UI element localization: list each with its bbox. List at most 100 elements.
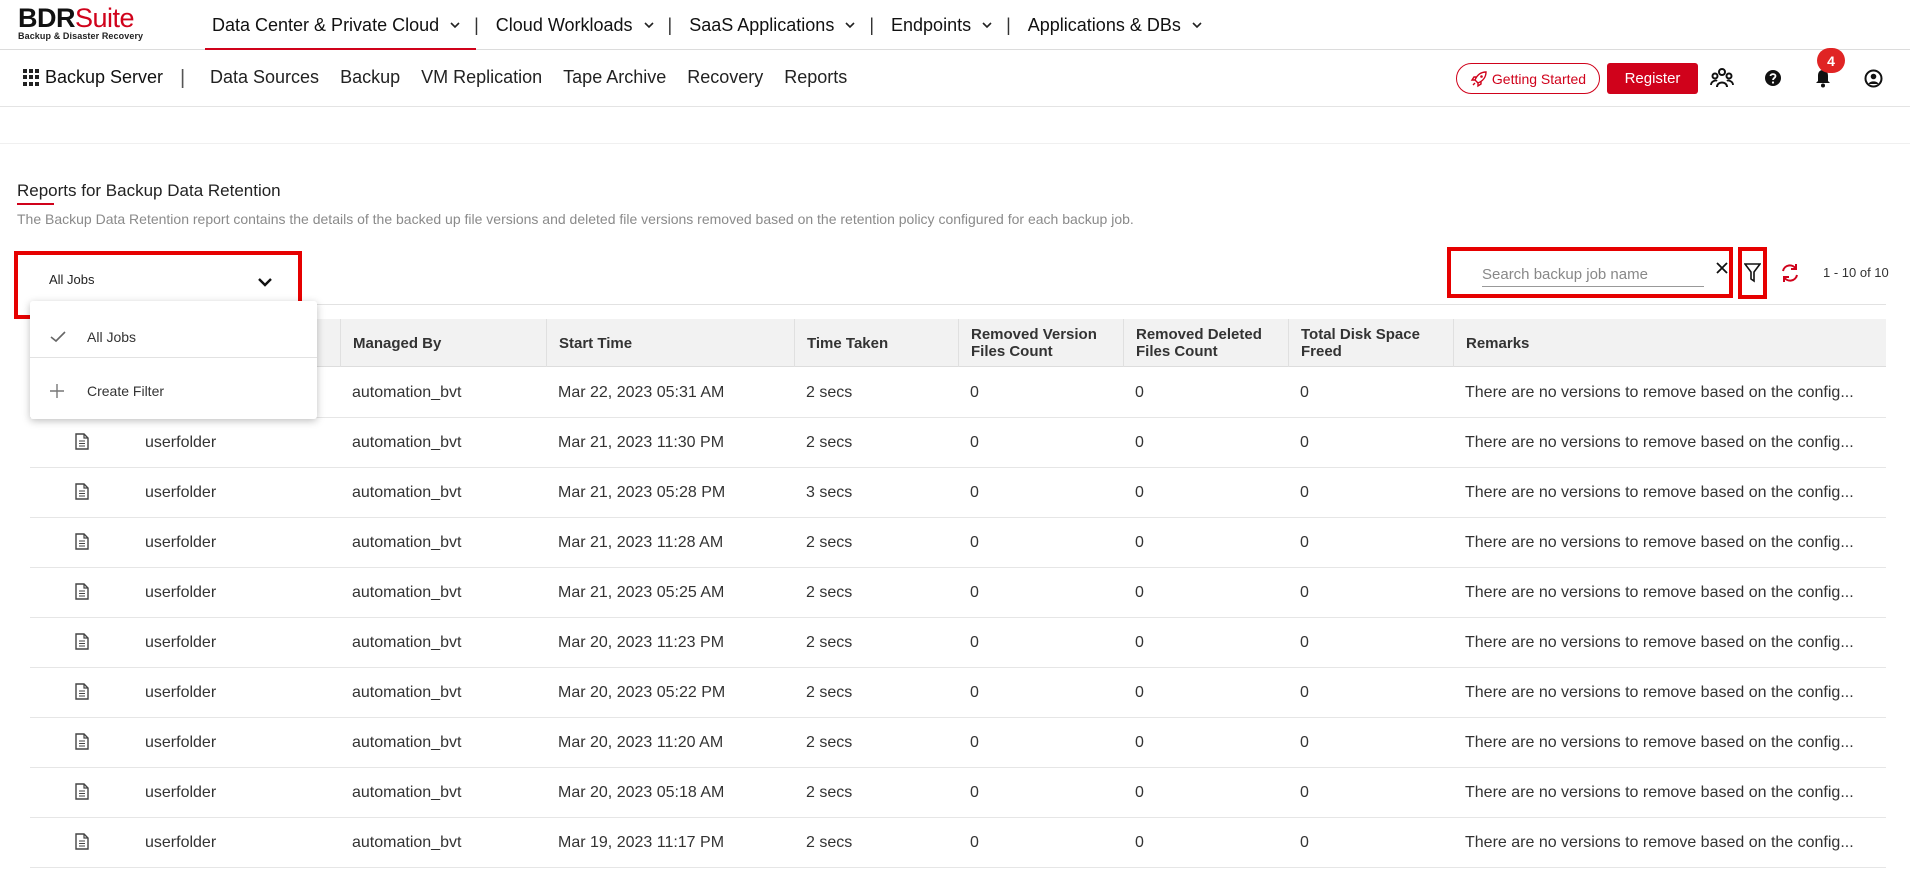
table-row[interactable]: userfolder automation_bvt Mar 20, 2023 11:… — [30, 618, 1886, 668]
column-header[interactable]: Removed Version Files Count — [958, 319, 1123, 367]
cell-start: Mar 21, 2023 11:28 AM — [558, 534, 724, 551]
cell-name: userfolder — [145, 634, 217, 651]
cell-start: Mar 19, 2023 11:17 PM — [558, 834, 725, 851]
cell-remarks: There are no versions to remove based on… — [1465, 584, 1854, 601]
filter-button[interactable] — [1738, 247, 1767, 299]
bdrsuite-logo[interactable]: BDRSuite Backup & Disaster Recovery — [18, 4, 143, 41]
document-icon — [75, 633, 89, 650]
cell-rv: 0 — [970, 784, 979, 801]
product-menu-saas-applications[interactable]: SaaS Applications — [682, 0, 861, 50]
table-row[interactable]: userfolder automation_bvt Mar 20, 2023 05:… — [30, 768, 1886, 818]
column-header[interactable]: Total Disk Space Freed — [1288, 319, 1453, 367]
chevron-down-icon — [643, 22, 654, 29]
cell-rd: 0 — [1135, 734, 1144, 751]
document-icon — [75, 483, 89, 500]
cell-start: Mar 20, 2023 11:20 AM — [558, 734, 724, 751]
product-menu-cloud-workloads[interactable]: Cloud Workloads — [489, 0, 660, 50]
column-header[interactable]: Removed Deleted Files Count — [1123, 319, 1288, 367]
cell-taken: 2 secs — [806, 734, 853, 751]
dropdown-option-label: All Jobs — [87, 328, 137, 345]
menu-separator: | — [1006, 14, 1011, 35]
cell-freed: 0 — [1300, 534, 1309, 551]
cell-taken: 2 secs — [806, 534, 853, 551]
cell-start: Mar 20, 2023 11:23 PM — [558, 634, 725, 651]
cell-taken: 2 secs — [806, 584, 853, 601]
cell-start: Mar 21, 2023 11:30 PM — [558, 434, 725, 451]
cell-rd: 0 — [1135, 434, 1144, 451]
help-icon[interactable] — [1760, 65, 1786, 91]
nav-backup[interactable]: Backup — [340, 67, 400, 88]
table-row[interactable]: userfolder automation_bvt Mar 21, 2023 05:… — [30, 568, 1886, 618]
cell-rd: 0 — [1135, 584, 1144, 601]
logo-tagline: Backup & Disaster Recovery — [18, 31, 144, 41]
table-row[interactable]: userfolder automation_bvt Mar 21, 2023 11:… — [30, 418, 1886, 468]
table-row[interactable]: userfolder automation_bvt Mar 19, 2023 11:… — [30, 818, 1886, 868]
table-row[interactable]: userfolder automation_bvt Mar 20, 2023 11:… — [30, 718, 1886, 768]
cell-start: Mar 20, 2023 05:22 PM — [558, 684, 726, 701]
dropdown-option-create-filter[interactable]: Create Filter — [30, 366, 317, 416]
product-menu-label: Cloud Workloads — [495, 14, 633, 35]
cell-managed-by: automation_bvt — [352, 734, 462, 751]
column-header[interactable]: Time Taken — [794, 319, 958, 367]
column-header[interactable]: Managed By — [340, 319, 546, 367]
cell-name: userfolder — [145, 434, 217, 451]
product-menu-applications-dbs[interactable]: Applications & DBs — [1021, 0, 1208, 50]
chevron-down-icon — [450, 22, 460, 29]
cell-freed: 0 — [1300, 434, 1309, 451]
app-grid-icon — [23, 69, 40, 86]
product-navbar: BDRSuite Backup & Disaster Recovery Data… — [0, 0, 1910, 50]
cell-managed-by: automation_bvt — [352, 534, 462, 551]
cell-remarks: There are no versions to remove based on… — [1465, 734, 1854, 751]
dropdown-option-all-jobs[interactable]: All Jobs — [30, 316, 317, 358]
search-container — [1447, 247, 1733, 298]
cell-managed-by: automation_bvt — [352, 434, 462, 451]
users-icon[interactable] — [1709, 65, 1735, 91]
product-menu-label: Applications & DBs — [1027, 14, 1181, 35]
backup-server-label: Backup Server — [45, 67, 164, 87]
pagination-count: 1 - 10 of 10 — [1823, 265, 1889, 280]
nav-recovery[interactable]: Recovery — [687, 67, 763, 88]
product-menu-endpoints[interactable]: Endpoints — [884, 0, 998, 50]
cell-rv: 0 — [970, 684, 979, 701]
user-account-icon[interactable] — [1860, 65, 1886, 91]
cell-freed: 0 — [1300, 684, 1309, 701]
cell-rd: 0 — [1135, 834, 1144, 851]
column-header[interactable]: Remarks — [1453, 319, 1886, 367]
cell-taken: 2 secs — [806, 684, 853, 701]
cell-remarks: There are no versions to remove based on… — [1465, 434, 1854, 451]
cell-taken: 2 secs — [806, 834, 853, 851]
cell-start: Mar 20, 2023 05:18 AM — [558, 784, 725, 801]
cell-start: Mar 21, 2023 05:28 PM — [558, 484, 726, 501]
cell-name: userfolder — [145, 534, 217, 551]
nav-reports[interactable]: Reports — [784, 67, 847, 88]
dropdown-option-label: Create Filter — [87, 383, 165, 399]
nav-divider: | — [180, 67, 186, 89]
table-row[interactable]: userfolder automation_bvt Mar 21, 2023 11:… — [30, 518, 1886, 568]
page-description: The Backup Data Retention report contain… — [17, 211, 1134, 227]
cell-freed: 0 — [1300, 784, 1309, 801]
product-menu-label: Data Center & Private Cloud — [212, 14, 440, 35]
nav-vm-replication[interactable]: VM Replication — [421, 67, 542, 88]
refresh-button[interactable] — [1779, 262, 1801, 284]
chevron-down-icon — [982, 22, 992, 29]
search-input[interactable] — [1482, 263, 1704, 287]
table-row[interactable]: userfolder automation_bvt Mar 20, 2023 05:… — [30, 668, 1886, 718]
column-header[interactable]: Start Time — [546, 319, 794, 367]
cell-rv: 0 — [970, 634, 979, 651]
backup-server-menu[interactable]: Backup Server — [23, 67, 163, 88]
nav-tape-archive[interactable]: Tape Archive — [563, 67, 666, 88]
cell-taken: 2 secs — [806, 784, 853, 801]
product-menu-data-center[interactable]: Data Center & Private Cloud — [205, 0, 477, 50]
cell-start: Mar 22, 2023 05:31 AM — [558, 384, 725, 401]
cell-remarks: There are no versions to remove based on… — [1465, 834, 1854, 851]
getting-started-button[interactable]: Getting Started — [1456, 63, 1600, 94]
cell-rd: 0 — [1135, 484, 1144, 501]
notification-count-badge: 4 — [1817, 48, 1845, 73]
nav-data-sources[interactable]: Data Sources — [210, 67, 319, 88]
clear-search-icon[interactable] — [1715, 261, 1729, 275]
section-divider — [0, 143, 1910, 144]
cell-rd: 0 — [1135, 634, 1144, 651]
table-row[interactable]: userfolder automation_bvt Mar 21, 2023 05:… — [30, 468, 1886, 518]
cell-managed-by: automation_bvt — [352, 584, 462, 601]
register-button[interactable]: Register — [1607, 63, 1698, 94]
